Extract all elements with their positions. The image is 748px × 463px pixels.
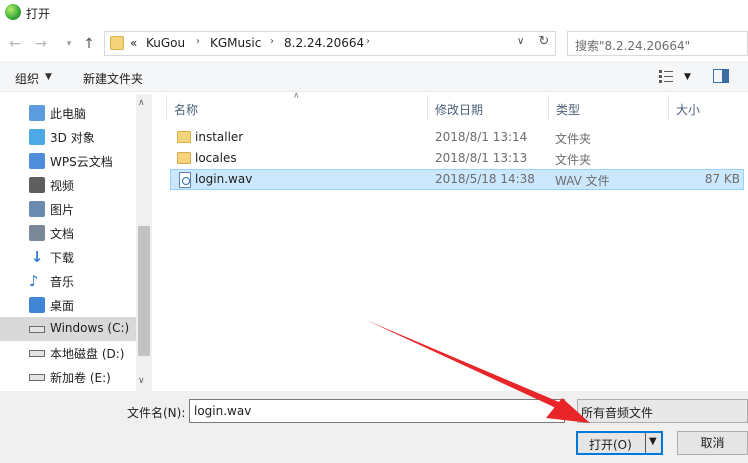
breadcrumb-item[interactable]: 8.2.24.20664 bbox=[284, 36, 364, 50]
preview-pane-icon[interactable] bbox=[713, 69, 729, 83]
file-size: 87 KB bbox=[704, 172, 740, 186]
column-header-type[interactable]: 类型 bbox=[556, 101, 580, 118]
file-modified: 2018/8/1 13:13 bbox=[435, 151, 528, 165]
sort-ascending-icon: ∧ bbox=[293, 91, 300, 101]
sidebar-item-label: 下载 bbox=[50, 251, 75, 265]
app-icon bbox=[5, 4, 21, 20]
file-name: installer bbox=[195, 130, 244, 144]
breadcrumb-item[interactable]: KGMusic bbox=[210, 36, 261, 50]
sidebar-item[interactable]: 图片 bbox=[0, 197, 136, 221]
sidebar-item[interactable]: 本地磁盘 (D:) bbox=[0, 341, 136, 365]
chevron-down-icon[interactable]: ▼ bbox=[684, 72, 691, 82]
filename-field[interactable] bbox=[189, 399, 565, 423]
cube-3d-icon bbox=[29, 129, 45, 145]
desktop-icon bbox=[29, 297, 45, 313]
view-options-icon[interactable] bbox=[658, 68, 674, 84]
title-bar bbox=[0, 0, 748, 26]
file-row[interactable]: installer 2018/8/1 13:14 文件夹 bbox=[170, 127, 744, 148]
document-icon bbox=[29, 225, 45, 241]
sidebar-item[interactable]: WPS云文档 bbox=[0, 149, 136, 173]
file-modified: 2018/5/18 14:38 bbox=[435, 172, 535, 186]
scrollbar-thumb[interactable] bbox=[138, 226, 150, 356]
sidebar-item-label: 图片 bbox=[50, 203, 75, 217]
wav-file-icon bbox=[179, 172, 191, 188]
folder-icon bbox=[177, 152, 191, 164]
file-type-filter-label: 所有音频文件 bbox=[581, 406, 654, 420]
file-type: WAV 文件 bbox=[555, 174, 610, 188]
sidebar-item[interactable]: ↓ 下载 bbox=[0, 245, 136, 269]
sidebar-item-label: 此电脑 bbox=[50, 107, 87, 121]
file-row[interactable]: locales 2018/8/1 13:13 文件夹 bbox=[170, 148, 744, 169]
sidebar-item[interactable]: 3D 对象 bbox=[0, 125, 136, 149]
back-arrow-icon[interactable]: ← bbox=[6, 36, 24, 52]
sidebar-item-label: 文档 bbox=[50, 227, 75, 241]
sidebar-item-label: 本地磁盘 (D:) bbox=[50, 347, 125, 361]
file-modified: 2018/8/1 13:14 bbox=[435, 130, 528, 144]
sidebar-item[interactable]: 文档 bbox=[0, 221, 136, 245]
download-icon: ↓ bbox=[30, 248, 44, 266]
chevron-right-icon[interactable]: › bbox=[366, 36, 370, 47]
sidebar-item-label: WPS云文档 bbox=[50, 155, 113, 169]
chevron-right-icon[interactable]: › bbox=[196, 36, 200, 47]
refresh-icon[interactable]: ↻ bbox=[536, 34, 552, 52]
breadcrumb-overflow[interactable]: « bbox=[130, 36, 137, 50]
file-name: locales bbox=[195, 151, 237, 165]
organize-button[interactable]: 组织 bbox=[15, 70, 39, 87]
sidebar-item[interactable]: 桌面 bbox=[0, 293, 136, 317]
column-header-name[interactable]: 名称 bbox=[174, 101, 198, 118]
up-arrow-icon[interactable]: ↑ bbox=[80, 36, 98, 52]
sidebar-item-label: 视频 bbox=[50, 179, 75, 193]
column-divider bbox=[166, 95, 167, 121]
cancel-button[interactable]: 取消 bbox=[677, 431, 748, 455]
sidebar-item[interactable]: ♪ 音乐 bbox=[0, 269, 136, 293]
chevron-down-icon[interactable]: ∨ bbox=[517, 36, 524, 47]
sidebar-item[interactable]: Windows (C:) bbox=[0, 317, 136, 341]
sidebar-item-label: 新加卷 (E:) bbox=[50, 371, 111, 385]
file-type: 文件夹 bbox=[555, 132, 592, 146]
forward-arrow-icon[interactable]: → bbox=[32, 36, 50, 52]
column-header-size[interactable]: 大小 bbox=[676, 101, 700, 118]
video-icon bbox=[29, 177, 45, 193]
cloud-doc-icon bbox=[29, 153, 45, 169]
music-icon: ♪ bbox=[29, 272, 39, 290]
sidebar-item[interactable]: 此电脑 bbox=[0, 101, 136, 125]
sidebar-item[interactable]: 新加卷 (E:) bbox=[0, 365, 136, 389]
drive-icon bbox=[29, 350, 45, 357]
sidebar-item-label: 桌面 bbox=[50, 299, 75, 313]
file-type: 文件夹 bbox=[555, 153, 592, 167]
breadcrumb-item[interactable]: KuGou bbox=[146, 36, 185, 50]
file-row-selected[interactable]: login.wav 2018/5/18 14:38 WAV 文件 87 KB bbox=[170, 169, 744, 190]
file-name: login.wav bbox=[195, 172, 253, 186]
drive-icon bbox=[29, 374, 45, 381]
window-title: 打开 bbox=[26, 7, 51, 21]
drive-icon bbox=[29, 326, 45, 333]
filename-label: 文件名(N): bbox=[127, 406, 186, 420]
chevron-down-icon[interactable]: ▼ bbox=[45, 72, 52, 82]
chevron-right-icon[interactable]: › bbox=[270, 36, 274, 47]
computer-icon bbox=[29, 105, 45, 121]
sidebar-item-label: 3D 对象 bbox=[50, 131, 95, 145]
sidebar-item-label: Windows (C:) bbox=[50, 321, 130, 335]
folder-icon bbox=[177, 131, 191, 143]
recent-locations-icon[interactable]: ▾ bbox=[60, 36, 78, 52]
split-divider bbox=[645, 433, 646, 453]
sidebar-item[interactable]: 视频 bbox=[0, 173, 136, 197]
picture-icon bbox=[29, 201, 45, 217]
search-placeholder: 搜索"8.2.24.20664" bbox=[575, 39, 691, 53]
sidebar-item-label: 音乐 bbox=[50, 275, 75, 289]
scroll-up-icon[interactable]: ∧ bbox=[138, 98, 145, 108]
column-divider[interactable] bbox=[548, 95, 549, 121]
folder-icon bbox=[110, 36, 124, 50]
column-divider[interactable] bbox=[427, 95, 428, 121]
column-divider[interactable] bbox=[668, 95, 669, 121]
column-header-modified[interactable]: 修改日期 bbox=[435, 101, 483, 118]
scroll-down-icon[interactable]: ∨ bbox=[138, 376, 145, 386]
new-folder-button[interactable]: 新建文件夹 bbox=[83, 70, 143, 87]
open-button-label: 打开(O) bbox=[589, 438, 632, 452]
open-options-dropdown-icon[interactable]: ▼ bbox=[649, 436, 657, 447]
